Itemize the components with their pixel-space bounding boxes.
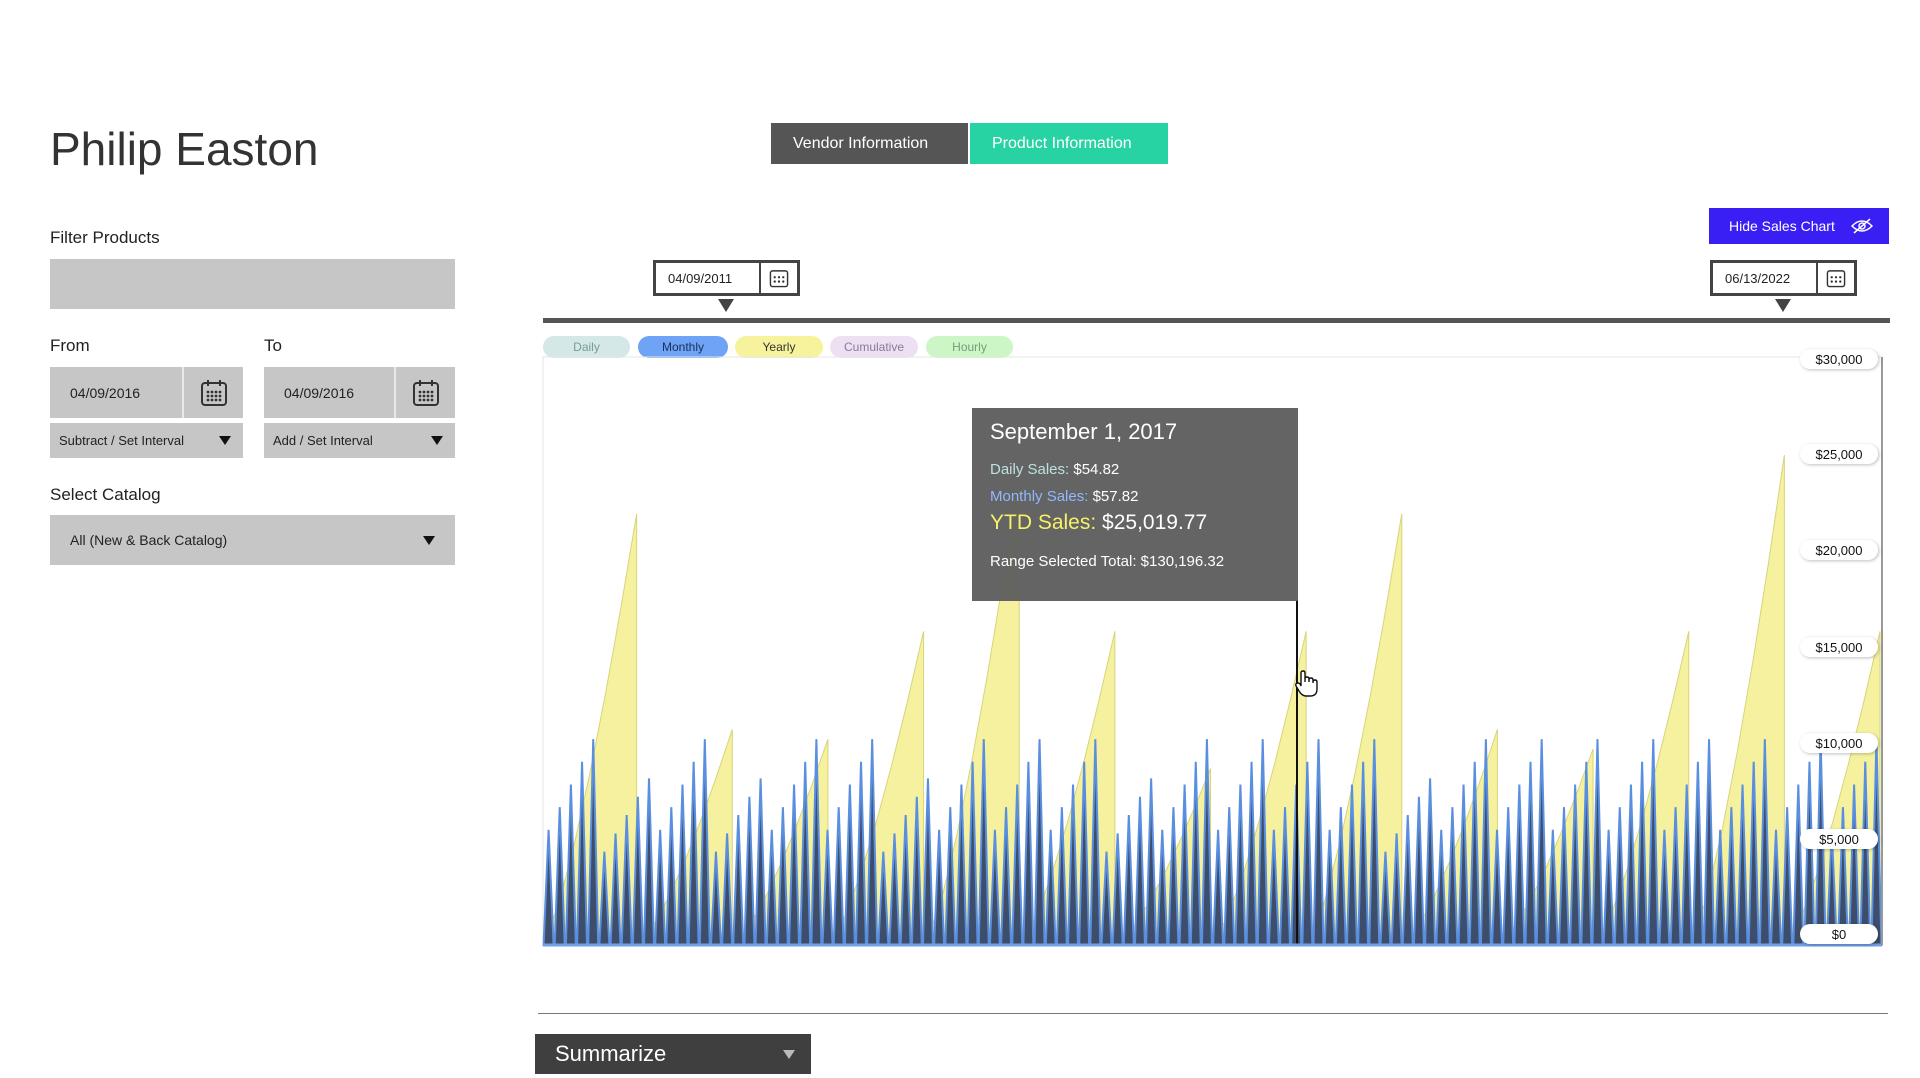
chevron-down-icon: [783, 1049, 795, 1059]
monthly-bar: [1178, 784, 1191, 946]
monthly-bar: [576, 761, 589, 946]
monthly-bar: [1133, 796, 1147, 946]
monthly-bar: [754, 778, 767, 946]
yearly-area-segment: [1690, 454, 1785, 946]
tooltip-date: September 1, 2017: [990, 419, 1178, 444]
monthly-bar: [564, 784, 577, 946]
monthly-bar: [788, 784, 801, 946]
monthly-bar: [1703, 739, 1716, 946]
monthly-bar: [1524, 761, 1537, 946]
monthly-bar: [1591, 739, 1604, 946]
summarize-dropdown[interactable]: Summarize: [535, 1034, 811, 1074]
tooltip-monthly-value: $57.82: [1092, 488, 1139, 505]
y-tick-label: $20,000: [1800, 540, 1878, 560]
monthly-bar: [843, 784, 856, 946]
monthly-bar: [1691, 761, 1704, 946]
monthly-bar: [765, 829, 778, 946]
monthly-bar: [676, 784, 689, 946]
summarize-label: Summarize: [555, 1041, 667, 1066]
monthly-bar: [542, 829, 555, 946]
hand-cursor-icon: [1294, 670, 1320, 703]
monthly-bar: [553, 807, 566, 946]
monthly-bar: [866, 739, 879, 946]
monthly-bar: [1245, 761, 1258, 946]
monthly-bar: [1312, 739, 1325, 946]
monthly-bar: [776, 807, 789, 946]
monthly-bar: [1401, 815, 1414, 946]
monthly-bar: [732, 815, 745, 946]
monthly-bar: [1792, 784, 1805, 946]
monthly-bar: [1167, 807, 1180, 946]
monthly-bar: [1145, 778, 1158, 946]
tooltip-ytd-value: $25,019.77: [1102, 511, 1208, 534]
y-tick-label: $0: [1800, 924, 1878, 944]
tooltip-monthly-label: Monthly Sales:: [990, 488, 1089, 505]
tooltip-range-label: Range Selected Total:: [990, 553, 1137, 570]
monthly-bar: [687, 761, 700, 946]
monthly-bar: [1624, 784, 1637, 946]
monthly-bar: [654, 829, 667, 946]
monthly-bar: [743, 796, 756, 946]
monthly-bar: [1022, 761, 1035, 946]
monthly-bar: [1803, 761, 1816, 946]
monthly-bar: [665, 807, 678, 946]
monthly-bar: [1535, 739, 1548, 946]
monthly-bar: [854, 761, 868, 946]
monthly-bar: [1033, 739, 1046, 946]
y-tick-label: $5,000: [1800, 829, 1878, 849]
tooltip-ytd-label: YTD Sales:: [990, 511, 1097, 534]
monthly-bar: [1412, 796, 1425, 946]
monthly-bar: [1502, 807, 1515, 946]
sales-chart[interactable]: [0, 0, 1920, 1078]
monthly-bar: [1189, 761, 1202, 946]
monthly-bar: [921, 778, 934, 946]
monthly-bar: [1446, 807, 1459, 946]
y-tick-label: $25,000: [1800, 444, 1878, 464]
monthly-bar: [698, 739, 711, 946]
monthly-bar: [1636, 761, 1649, 946]
y-tick-label: $15,000: [1800, 637, 1878, 657]
monthly-bar: [642, 778, 656, 946]
y-tick-label: $30,000: [1800, 349, 1878, 369]
monthly-bar: [1122, 815, 1135, 946]
monthly-bar: [1602, 829, 1615, 946]
chart-tooltip: September 1, 2017 Daily Sales: $54.82 Mo…: [972, 408, 1298, 601]
divider: [538, 1013, 1888, 1014]
y-tick-label: $10,000: [1800, 733, 1878, 753]
tooltip-range-value: $130,196.32: [1140, 553, 1225, 570]
monthly-bar: [1613, 807, 1626, 946]
monthly-bar: [1223, 807, 1236, 946]
monthly-bar: [1323, 829, 1336, 946]
monthly-bar: [799, 761, 812, 946]
monthly-bar: [1513, 784, 1526, 946]
tooltip-daily-value: $54.82: [1073, 461, 1120, 478]
monthly-bar: [1256, 739, 1269, 946]
monthly-bar: [933, 829, 946, 946]
monthly-bar: [1435, 829, 1448, 946]
monthly-bar: [944, 807, 957, 946]
monthly-bar: [1044, 829, 1057, 946]
monthly-bar: [1457, 784, 1470, 946]
monthly-bar: [1156, 829, 1169, 946]
monthly-bar: [1234, 784, 1247, 946]
tooltip-daily-label: Daily Sales:: [990, 461, 1070, 478]
monthly-bar: [832, 807, 845, 946]
monthly-bar: [1424, 778, 1437, 946]
monthly-bar: [1212, 829, 1225, 946]
